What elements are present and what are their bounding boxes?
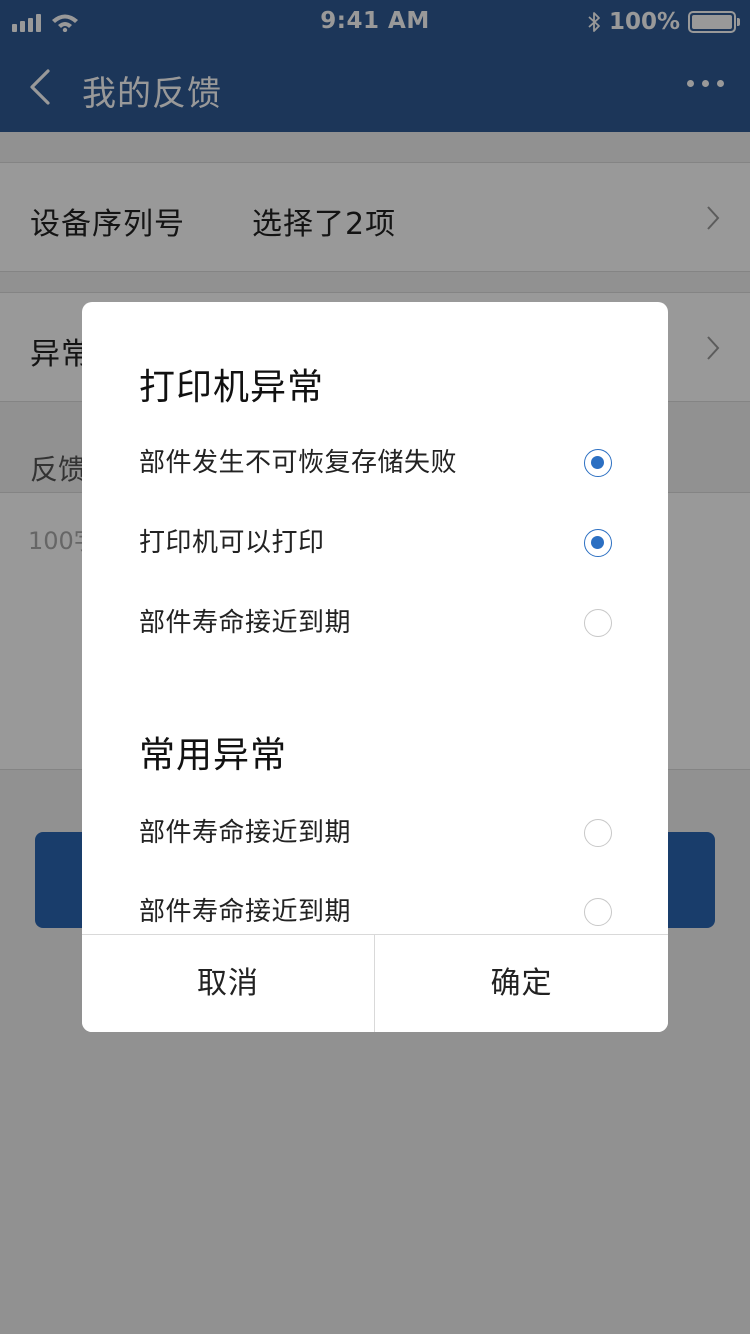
option-item[interactable]: 部件寿命接近到期: [82, 798, 668, 868]
option-item[interactable]: 打印机可以打印: [82, 508, 668, 578]
option-label: 部件寿命接近到期: [139, 897, 352, 927]
confirm-button[interactable]: 确定: [375, 935, 668, 1032]
option-item[interactable]: 部件发生不可恢复存储失败: [82, 428, 668, 498]
cancel-button[interactable]: 取消: [82, 935, 375, 1032]
radio-checked-icon[interactable]: [584, 529, 612, 557]
option-label: 部件发生不可恢复存储失败: [139, 448, 458, 478]
radio-unchecked-icon[interactable]: [584, 819, 612, 847]
option-label: 部件寿命接近到期: [139, 818, 352, 848]
radio-unchecked-icon[interactable]: [584, 609, 612, 637]
group-title-printer: 打印机异常: [139, 367, 325, 408]
exception-dialog: 打印机异常 部件发生不可恢复存储失败 打印机可以打印 部件寿命接近到期 常用异常…: [82, 302, 668, 1032]
option-label: 打印机可以打印: [139, 528, 325, 558]
group-title-common: 常用异常: [139, 735, 288, 776]
option-item[interactable]: 部件寿命接近到期: [82, 588, 668, 658]
radio-unchecked-icon[interactable]: [584, 898, 612, 926]
option-label: 部件寿命接近到期: [139, 608, 352, 638]
radio-checked-icon[interactable]: [584, 449, 612, 477]
dialog-footer: 取消 确定: [82, 934, 668, 1032]
